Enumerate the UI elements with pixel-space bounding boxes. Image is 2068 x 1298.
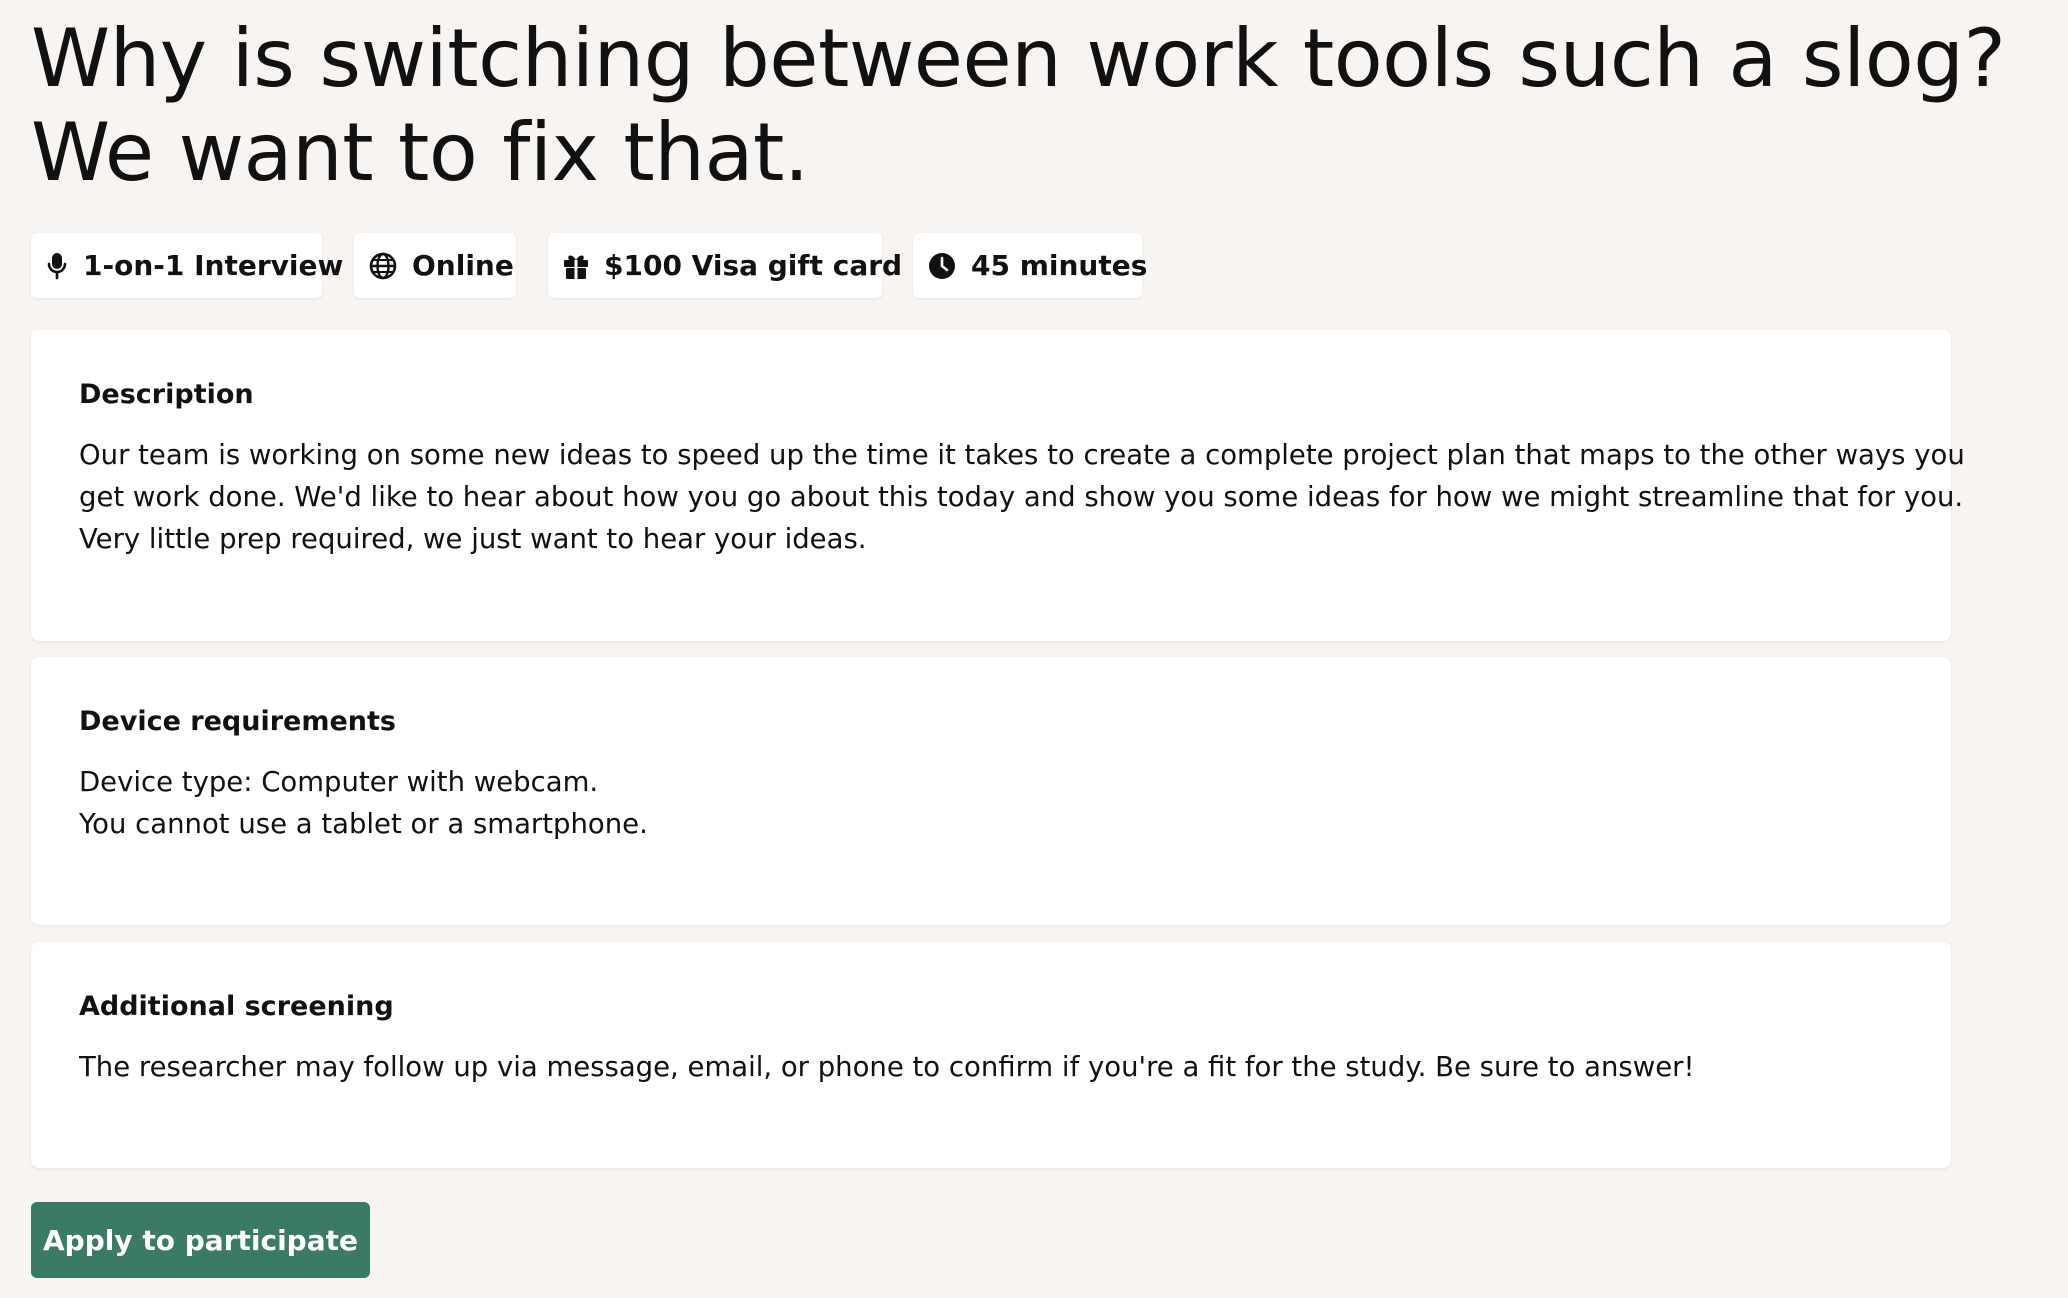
additional-screening-text: The researcher may follow up via message… [79,1046,1903,1088]
chip-label: 1-on-1 Interview [83,249,344,282]
page-title-line-2: We want to fix that. [31,106,809,199]
device-requirements-heading: Device requirements [79,706,396,737]
device-requirements-card: Device requirements Device type: Compute… [31,657,1951,925]
apply-button[interactable]: Apply to participate [31,1202,370,1278]
additional-screening-line: The researcher may follow up via message… [79,1051,1695,1083]
globe-icon [368,251,398,281]
chip-label: $100 Visa gift card [604,249,903,282]
chip-label: 45 minutes [971,249,1148,282]
additional-screening-heading: Additional screening [79,991,394,1022]
description-text: Our team is working on some new ideas to… [79,434,1965,560]
description-line: Very little prep required, we just want … [79,523,867,555]
microphone-icon [45,251,69,281]
chip-incentive: $100 Visa gift card [548,233,902,298]
page-title-line-1: Why is switching between work tools such… [31,12,2006,105]
description-line: Our team is working on some new ideas to… [79,439,1965,471]
page-title: Why is switching between work tools such… [31,0,2006,200]
chip-duration: 45 minutes [913,233,1147,298]
device-requirements-text: Device type: Computer with webcam. You c… [79,761,1903,845]
description-line: get work done. We'd like to hear about h… [79,481,1964,513]
description-card: Description Our team is working on some … [31,330,1965,641]
chip-label: Online [412,249,514,282]
clock-icon [927,251,957,281]
additional-screening-card: Additional screening The researcher may … [31,942,1951,1168]
study-page: Why is switching between work tools such… [31,0,2006,1278]
description-heading: Description [79,379,254,410]
device-requirements-line: You cannot use a tablet or a smartphone. [79,808,648,840]
chip-location: Online [354,233,516,298]
device-requirements-line: Device type: Computer with webcam. [79,766,599,798]
gift-icon [562,251,590,281]
chip-interview-type: 1-on-1 Interview [31,233,343,298]
